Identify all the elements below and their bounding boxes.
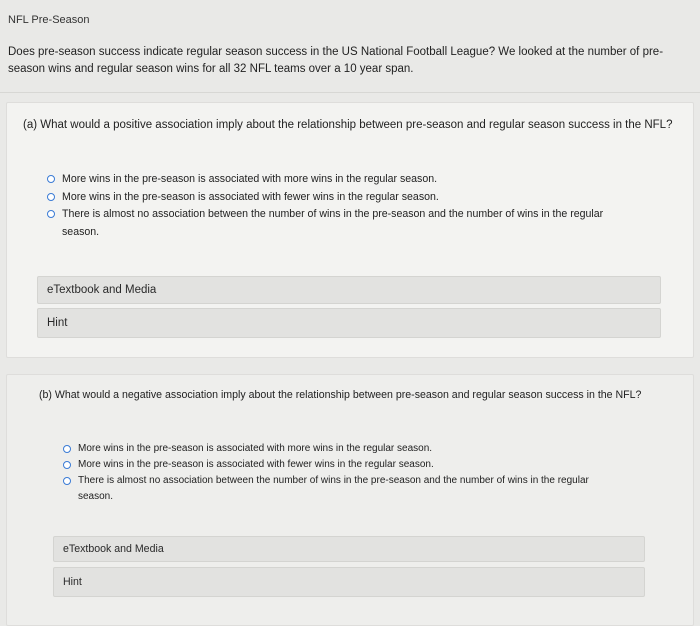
hint-link-b[interactable]: Hint — [53, 567, 645, 597]
question-a-text: (a) What would a positive association im… — [23, 119, 673, 131]
option-a-2[interactable]: More wins in the pre-season is associate… — [47, 189, 637, 207]
option-b-1[interactable]: More wins in the pre-season is associate… — [63, 441, 623, 457]
question-card-b: (b) What would a negative association im… — [6, 374, 694, 626]
radio-button[interactable] — [63, 461, 71, 469]
option-b-3[interactable]: There is almost no association between t… — [63, 473, 623, 505]
question-b-text: (b) What would a negative association im… — [39, 389, 642, 401]
radio-button[interactable] — [47, 175, 55, 183]
radio-button[interactable] — [47, 210, 55, 218]
option-label: There is almost no association between t… — [78, 475, 589, 502]
question-card-a: (a) What would a positive association im… — [6, 102, 694, 358]
divider — [0, 92, 700, 93]
hint-link-a[interactable]: Hint — [37, 308, 661, 338]
option-label: There is almost no association between t… — [62, 208, 604, 238]
answer-options-b: More wins in the pre-season is associate… — [63, 441, 623, 505]
etextbook-media-link-b[interactable]: eTextbook and Media — [53, 536, 645, 562]
radio-button[interactable] — [47, 192, 55, 201]
option-a-3[interactable]: There is almost no association between t… — [47, 206, 637, 241]
problem-intro: Does pre-season success indicate regular… — [8, 46, 664, 75]
answer-options-a: More wins in the pre-season is associate… — [47, 171, 637, 241]
option-label: More wins in the pre-season is associate… — [78, 443, 433, 454]
option-a-1[interactable]: More wins in the pre-season is associate… — [47, 171, 637, 189]
etextbook-media-link-a[interactable]: eTextbook and Media — [37, 276, 661, 304]
option-label: More wins in the pre-season is associate… — [78, 459, 434, 470]
page-title: NFL Pre-Season — [8, 14, 90, 26]
option-b-2[interactable]: More wins in the pre-season is associate… — [63, 457, 623, 473]
option-label: More wins in the pre-season is associate… — [62, 190, 439, 203]
radio-button[interactable] — [63, 445, 71, 453]
radio-button[interactable] — [63, 477, 71, 485]
option-label: More wins in the pre-season is associate… — [62, 173, 438, 185]
